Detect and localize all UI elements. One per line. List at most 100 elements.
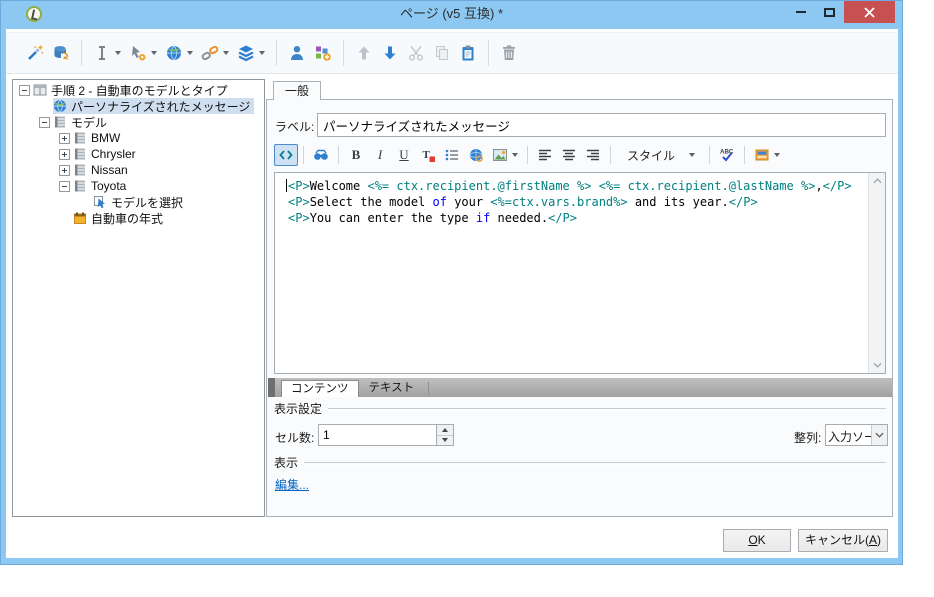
align-left-icon — [537, 147, 553, 163]
font-color-button[interactable]: T — [416, 144, 440, 166]
font-color-icon: T — [420, 147, 436, 163]
stepper-up-button[interactable] — [437, 425, 453, 436]
toolbar-separator — [81, 40, 82, 66]
sort-select[interactable]: 入力ソー — [825, 424, 888, 446]
spell-check-icon: ABC — [719, 147, 735, 163]
input-field-button[interactable] — [89, 39, 125, 67]
plus-line — [64, 151, 65, 157]
collapse-icon[interactable] — [39, 116, 50, 128]
tree-item-label: Nissan — [91, 163, 128, 177]
find-button[interactable] — [309, 144, 333, 166]
align-right-icon — [585, 147, 601, 163]
code-token: </P> — [548, 211, 578, 225]
source-code-button[interactable] — [274, 144, 298, 166]
style-combo-button[interactable]: スタイル — [616, 144, 704, 166]
bold-button[interactable]: B — [344, 144, 368, 166]
link-button[interactable] — [197, 39, 233, 67]
tree-item[interactable]: 手順 2 - 自動車のモデルとタイプ — [13, 82, 264, 98]
table-icon — [73, 131, 87, 145]
web-page-button[interactable] — [161, 39, 197, 67]
copy-button[interactable] — [429, 39, 455, 67]
tabbar-grip[interactable] — [268, 378, 275, 397]
spell-check-button[interactable]: ABC — [715, 144, 739, 166]
maximize-button[interactable] — [815, 1, 844, 23]
align-right-button[interactable] — [581, 144, 605, 166]
triangle-up-icon — [442, 427, 448, 432]
tree-item-content[interactable]: BMW — [73, 130, 124, 146]
wizard-button[interactable] — [22, 39, 48, 67]
paste-button[interactable] — [455, 39, 481, 67]
code-token: </P> — [728, 195, 758, 209]
expand-icon[interactable] — [59, 148, 70, 160]
tree-item-content[interactable]: パーソナライズされたメッセージ — [53, 98, 255, 114]
tree-item-content[interactable]: Toyota — [73, 178, 130, 194]
main-toolbar — [6, 32, 898, 74]
delete-button[interactable] — [496, 39, 522, 67]
html-source-editor[interactable]: <P>Welcome <%= ctx.recipient.@firstName … — [274, 172, 886, 374]
collapse-icon[interactable] — [59, 180, 70, 192]
tree-item-content[interactable]: Nissan — [73, 162, 132, 178]
chevron-down-icon — [689, 153, 696, 157]
tree-item[interactable]: 自動車の年式 — [13, 210, 264, 226]
tree-item-content[interactable]: モデルを選択 — [93, 194, 187, 210]
form-icon — [33, 83, 47, 97]
page-structure-tree[interactable]: 手順 2 - 自動車のモデルとタイプ パーソナライズされたメッセージ モデル BMW C… — [12, 79, 265, 517]
tree-item-content[interactable]: 手順 2 - 自動車のモデルとタイプ — [33, 82, 232, 98]
label-input[interactable] — [317, 113, 886, 137]
tab-general[interactable]: 一般 — [273, 81, 321, 100]
bottom-tab-text[interactable]: テキスト — [360, 380, 424, 397]
code-text[interactable]: <P>Welcome <%= ctx.recipient.@firstName … — [275, 173, 868, 373]
tree-item[interactable]: モデルを選択 — [13, 194, 264, 210]
tree-item-label: Toyota — [91, 179, 127, 193]
italic-button[interactable]: I — [368, 144, 392, 166]
tree-item-content[interactable]: モデル — [53, 114, 111, 130]
personalization-block-button[interactable] — [750, 144, 784, 166]
underline-button[interactable]: U — [392, 144, 416, 166]
control-settings-button[interactable] — [125, 39, 161, 67]
edit-link[interactable]: 編集... — [275, 476, 309, 493]
move-up-button[interactable] — [351, 39, 377, 67]
chevron-down-icon — [512, 153, 518, 157]
tree-item-content[interactable]: Chrysler — [73, 146, 140, 162]
recipient-button[interactable] — [284, 39, 310, 67]
move-down-icon — [381, 44, 399, 62]
collapse-icon[interactable] — [19, 84, 30, 96]
control-settings-icon — [129, 44, 147, 62]
close-button[interactable] — [844, 1, 895, 23]
cell-count-label: セル数: — [275, 431, 315, 445]
tree-item[interactable]: Toyota — [13, 178, 264, 194]
cut-button[interactable] — [403, 39, 429, 67]
move-up-icon — [355, 44, 373, 62]
code-token: <P> — [288, 195, 310, 209]
tree-item[interactable]: パーソナライズされたメッセージ — [13, 98, 264, 114]
align-left-button[interactable] — [533, 144, 557, 166]
toolbar-separator — [488, 40, 489, 66]
image-button[interactable] — [488, 144, 522, 166]
align-center-button[interactable] — [557, 144, 581, 166]
tree-item[interactable]: Nissan — [13, 162, 264, 178]
chevron-down-icon — [774, 153, 781, 157]
tree-item[interactable]: モデル — [13, 114, 264, 130]
stepper-down-button[interactable] — [437, 435, 453, 445]
minimize-button[interactable] — [786, 1, 815, 23]
bottom-tab-content[interactable]: コンテンツ — [281, 380, 359, 397]
cell-count-input[interactable] — [319, 425, 437, 445]
package-button[interactable] — [233, 39, 269, 67]
hyperlink-button[interactable] — [464, 144, 488, 166]
expand-icon[interactable] — [59, 132, 70, 144]
move-down-button[interactable] — [377, 39, 403, 67]
scroll-down-icon[interactable] — [869, 357, 885, 373]
expand-icon[interactable] — [59, 164, 70, 176]
bottom-tabs: コンテンツ テキスト — [281, 380, 424, 397]
ok-button[interactable]: OK — [723, 529, 791, 552]
add-content-button[interactable] — [310, 39, 336, 67]
database-restore-button[interactable] — [48, 39, 74, 67]
scroll-up-icon[interactable] — [869, 173, 885, 189]
tree-item-content[interactable]: 自動車の年式 — [73, 210, 167, 226]
editor-scrollbar[interactable] — [868, 173, 885, 373]
cancel-button[interactable]: キャンセル(A) — [798, 529, 888, 552]
chevron-down-icon[interactable] — [871, 425, 887, 445]
bullet-list-button[interactable] — [440, 144, 464, 166]
tree-item[interactable]: BMW — [13, 130, 264, 146]
tree-item[interactable]: Chrysler — [13, 146, 264, 162]
